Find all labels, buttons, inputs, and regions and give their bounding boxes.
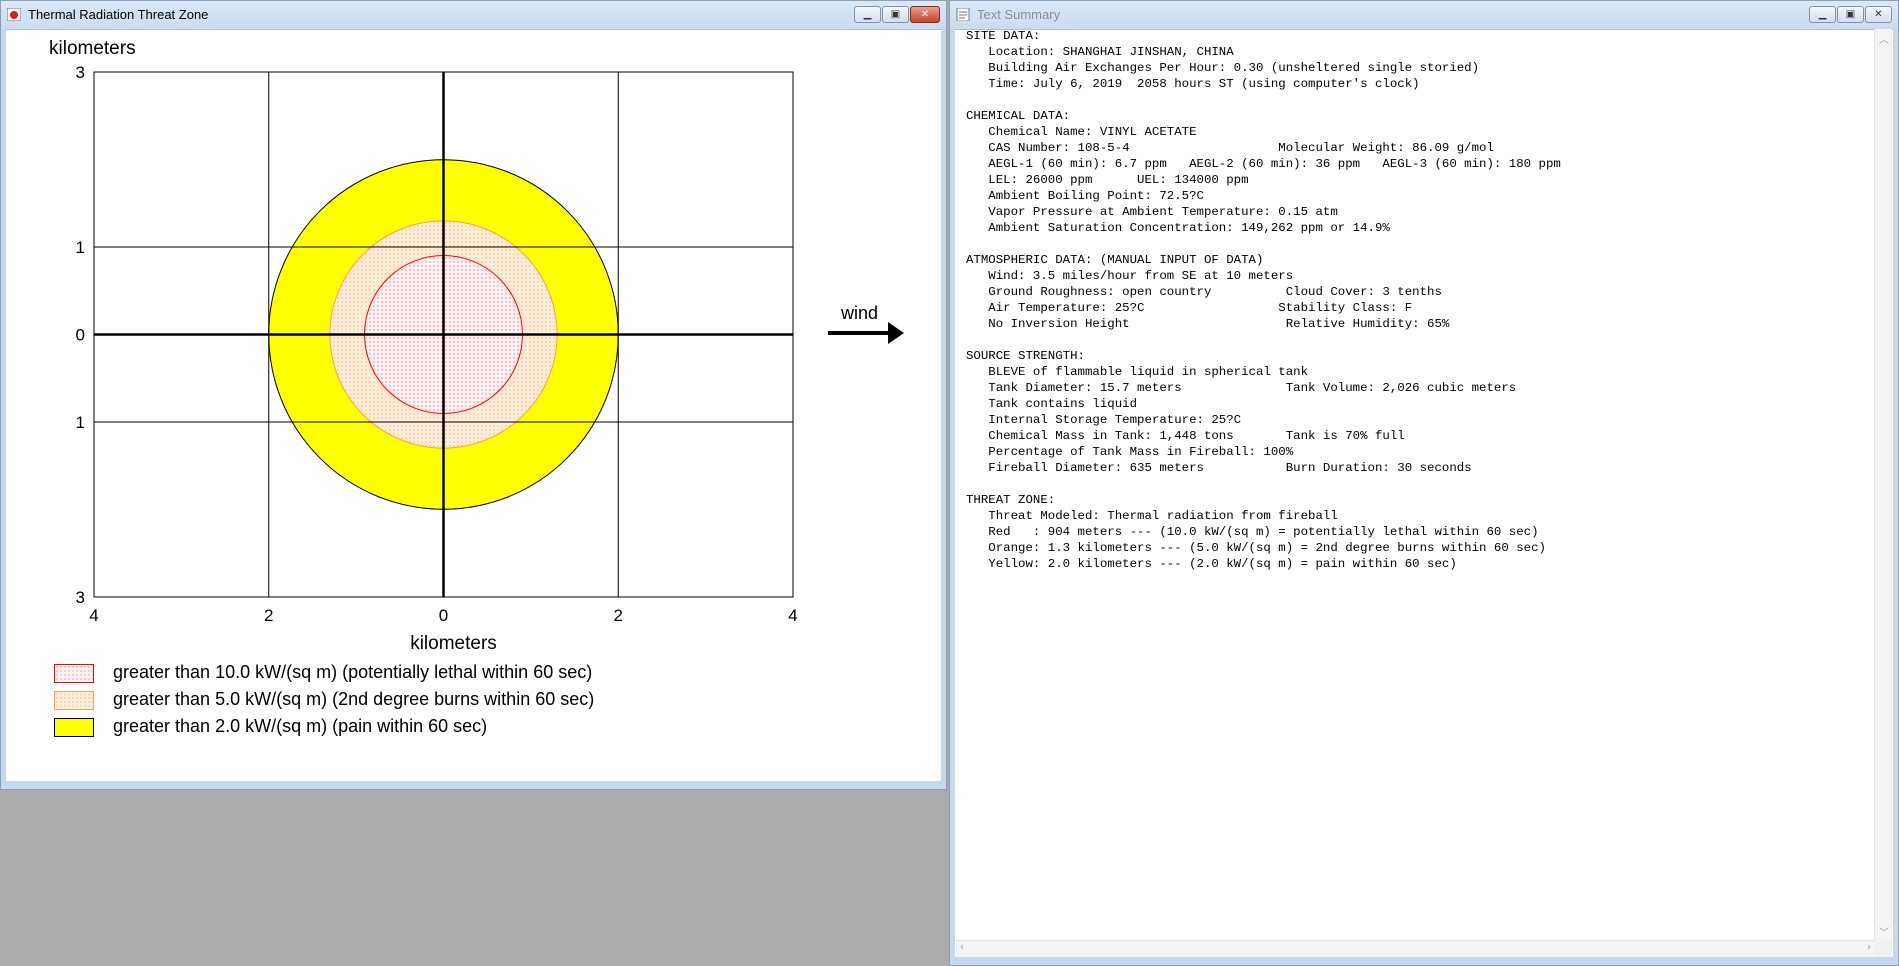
scroll-down-icon[interactable]: ﹀ xyxy=(1879,924,1889,939)
y-axis-title: kilometers xyxy=(49,38,136,59)
close-button[interactable]: ✕ xyxy=(1865,6,1892,23)
window-frame xyxy=(941,29,946,789)
summary-line: Building Air Exchanges Per Hour: 0.30 (u… xyxy=(966,61,1480,75)
window-frame xyxy=(1,29,6,789)
summary-line: Internal Storage Temperature: 25?C xyxy=(966,413,1242,427)
document-icon xyxy=(956,8,970,21)
summary-line: Vapor Pressure at Ambient Temperature: 0… xyxy=(966,205,1338,219)
summary-line: Tank contains liquid xyxy=(966,397,1138,411)
summary-line: ATMOSPHERIC DATA: (MANUAL INPUT OF DATA) xyxy=(966,253,1264,267)
summary-line: Fireball Diameter: 635 meters Burn Durat… xyxy=(966,461,1472,475)
app-icon xyxy=(7,8,21,21)
minimize-button[interactable]: ▁ xyxy=(1809,6,1836,23)
summary-line xyxy=(966,236,1866,252)
threat-zone-titlebar[interactable]: Thermal Radiation Threat Zone ▁ ▣ ✕ xyxy=(1,1,946,30)
summary-line: BLEVE of flammable liquid in spherical t… xyxy=(966,365,1309,379)
summary-line: Orange: 1.3 kilometers --- (5.0 kW/(sq m… xyxy=(966,541,1546,555)
window-frame xyxy=(950,957,1898,965)
legend-label-yellow: greater than 2.0 kW/(sq m) (pain within … xyxy=(113,716,488,736)
summary-line xyxy=(966,92,1866,108)
maximize-button[interactable]: ▣ xyxy=(1837,6,1864,23)
summary-line: Location: SHANGHAI JINSHAN, CHINA xyxy=(966,45,1234,59)
x-tick-label: 4 xyxy=(788,606,797,625)
summary-line xyxy=(966,476,1866,492)
summary-line: Chemical Mass in Tank: 1,448 tons Tank i… xyxy=(966,429,1405,443)
horizontal-scrollbar[interactable]: ‹ › xyxy=(956,940,1875,957)
x-tick-label: 2 xyxy=(264,606,273,625)
x-tick-label: 2 xyxy=(614,606,623,625)
y-tick-label: 1 xyxy=(76,238,85,257)
summary-line: Wind: 3.5 miles/hour from SE at 10 meter… xyxy=(966,269,1294,283)
summary-line: Time: July 6, 2019 2058 hours ST (using … xyxy=(966,77,1420,91)
summary-line: Ambient Boiling Point: 72.5?C xyxy=(966,189,1204,203)
scroll-left-icon[interactable]: ‹ xyxy=(960,942,964,953)
scrollbar-corner xyxy=(1875,941,1892,957)
y-tick-label: 3 xyxy=(76,588,85,607)
legend-swatch-orange xyxy=(54,691,94,710)
x-tick-label: 4 xyxy=(89,606,98,625)
summary-line: AEGL-1 (60 min): 6.7 ppm AEGL-2 (60 min)… xyxy=(966,157,1561,171)
legend-label-orange: greater than 5.0 kW/(sq m) (2nd degree b… xyxy=(113,689,595,709)
summary-line: CAS Number: 108-5-4 Molecular Weight: 86… xyxy=(966,141,1494,155)
wind-indicator: wind xyxy=(828,303,904,344)
close-button[interactable]: ✕ xyxy=(910,6,940,23)
summary-line: Yellow: 2.0 kilometers --- (2.0 kW/(sq m… xyxy=(966,557,1457,571)
text-summary-window: Text Summary ▁ ▣ ✕ SITE DATA: Location: … xyxy=(949,0,1899,966)
summary-line: SITE DATA: xyxy=(966,29,1041,43)
minimize-button[interactable]: ▁ xyxy=(854,6,881,23)
x-tick-label: 0 xyxy=(439,606,448,625)
x-axis-title: kilometers xyxy=(410,633,497,654)
summary-line: Chemical Name: VINYL ACETATE xyxy=(966,125,1197,139)
threat-zone-window: Thermal Radiation Threat Zone ▁ ▣ ✕ 3 1 0 1… xyxy=(0,0,947,790)
summary-line: THREAT ZONE: xyxy=(966,493,1056,507)
legend-label-red: greater than 10.0 kW/(sq m) (potentially… xyxy=(113,662,593,682)
y-tick-label: 3 xyxy=(76,63,85,82)
summary-line: Tank Diameter: 15.7 meters Tank Volume: … xyxy=(966,381,1517,395)
y-tick-label: 1 xyxy=(76,413,85,432)
window-frame xyxy=(950,29,955,965)
legend-swatch-yellow xyxy=(54,718,94,737)
summary-line: Ambient Saturation Concentration: 149,26… xyxy=(966,221,1390,235)
y-tick-label: 0 xyxy=(76,326,85,345)
text-summary-titlebar[interactable]: Text Summary ▁ ▣ ✕ xyxy=(950,1,1898,30)
window-title: Text Summary xyxy=(977,7,1061,22)
summary-line: Red : 904 meters --- (10.0 kW/(sq m) = p… xyxy=(966,525,1539,539)
wind-label: wind xyxy=(840,303,878,323)
summary-line: Air Temperature: 25?C Stability Class: F xyxy=(966,301,1413,315)
vertical-scrollbar[interactable]: ︿ ﹀ xyxy=(1874,29,1892,941)
legend-swatch-red xyxy=(54,664,94,683)
maximize-button[interactable]: ▣ xyxy=(882,6,909,23)
scroll-up-icon[interactable]: ︿ xyxy=(1879,31,1889,46)
summary-line: SOURCE STRENGTH: xyxy=(966,349,1085,363)
summary-line: No Inversion Height Relative Humidity: 6… xyxy=(966,317,1450,331)
summary-text: SITE DATA: Location: SHANGHAI JINSHAN, C… xyxy=(966,28,1866,946)
scroll-right-icon[interactable]: › xyxy=(1867,942,1871,953)
summary-line: Threat Modeled: Thermal radiation from f… xyxy=(966,509,1338,523)
window-title: Thermal Radiation Threat Zone xyxy=(28,7,209,22)
summary-line: LEL: 26000 ppm UEL: 134000 ppm xyxy=(966,173,1249,187)
window-frame xyxy=(1893,29,1898,965)
summary-line: CHEMICAL DATA: xyxy=(966,109,1071,123)
window-frame xyxy=(1,781,946,789)
wind-arrow-head-icon xyxy=(888,322,904,344)
summary-line xyxy=(966,332,1866,348)
summary-line: Percentage of Tank Mass in Fireball: 100… xyxy=(966,445,1294,459)
threat-zone-plot: 310134 2 0 2 4kilometerskilometers wind xyxy=(49,38,904,654)
summary-line: Ground Roughness: open country Cloud Cov… xyxy=(966,285,1442,299)
